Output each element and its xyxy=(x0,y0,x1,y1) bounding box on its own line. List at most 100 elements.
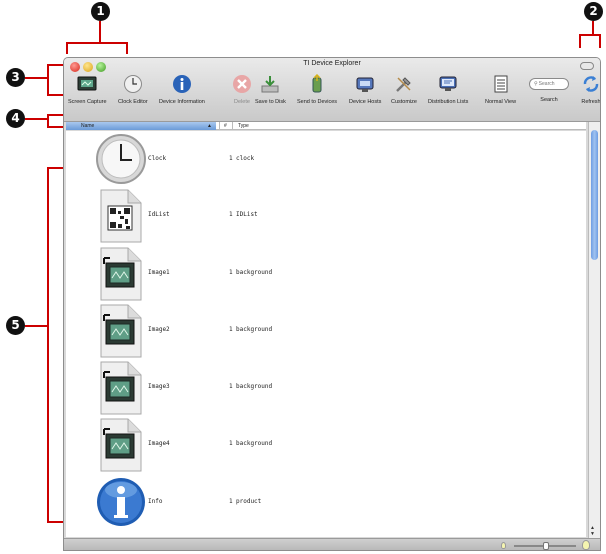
delete-button[interactable]: Delete xyxy=(231,73,253,105)
scroll-arrows-icon[interactable]: ▲ ▼ xyxy=(590,525,595,537)
search-icon: ⚲ xyxy=(534,81,538,87)
refresh-button[interactable]: Refresh xyxy=(580,73,601,105)
clock-icon xyxy=(122,73,144,95)
bracket-1-top xyxy=(66,42,128,44)
search-label: Search xyxy=(540,97,558,103)
item-count: 1 xyxy=(229,211,233,218)
item-count: 1 xyxy=(229,498,233,505)
item-count: 1 xyxy=(229,326,233,333)
device-hosts-label: Device Hosts xyxy=(349,99,382,105)
titlebar-toolbar: TI Device Explorer Screen Capture Clock … xyxy=(64,58,600,122)
app-window: TI Device Explorer Screen Capture Clock … xyxy=(63,57,601,551)
bracket-2-right xyxy=(599,34,601,48)
item-type: product xyxy=(236,498,262,505)
screen-capture-label: Screen Capture xyxy=(68,99,107,105)
bracket-1-left xyxy=(66,42,68,54)
device-item-list: Clock 1 clock IdList 1 IDList Image1 1 b… xyxy=(66,131,586,537)
list-item-clock[interactable]: Clock 1 clock xyxy=(66,131,586,187)
clock-editor-label: Clock Editor xyxy=(118,99,148,105)
bracket-1-stem xyxy=(99,21,101,43)
list-item-info[interactable]: Info 1 product xyxy=(66,474,586,530)
screen-capture-icon xyxy=(76,73,98,95)
send-devices-icon xyxy=(306,73,328,95)
screen-capture-button[interactable]: Screen Capture xyxy=(68,73,107,105)
callout-4: 4 xyxy=(6,109,25,128)
device-hosts-icon xyxy=(354,73,376,95)
bracket-2-stem xyxy=(592,21,594,35)
bracket-3-vert xyxy=(47,64,49,96)
item-name: Clock xyxy=(148,155,167,162)
item-name: IdList xyxy=(148,211,170,218)
clock-icon xyxy=(96,131,146,187)
bracket-1-right xyxy=(126,42,128,54)
info-icon xyxy=(171,73,193,95)
window-title: TI Device Explorer xyxy=(303,60,361,67)
vertical-scrollbar[interactable]: ▲ ▼ xyxy=(588,122,600,539)
item-type: IDList xyxy=(236,211,258,218)
item-type: clock xyxy=(236,155,255,162)
clock-editor-button[interactable]: Clock Editor xyxy=(118,73,148,105)
customize-button[interactable]: Customize xyxy=(391,73,417,105)
sort-arrow-icon: ▲ xyxy=(207,123,212,129)
image-document-icon xyxy=(96,246,146,302)
item-type: background xyxy=(236,383,273,390)
item-name: Image4 xyxy=(148,440,170,447)
item-name: Image3 xyxy=(148,383,170,390)
device-information-button[interactable]: Device Information xyxy=(159,73,205,105)
bracket-5-stem xyxy=(25,325,48,327)
image-document-icon xyxy=(96,303,146,359)
list-item-image4[interactable]: Image4 1 background xyxy=(66,417,586,473)
column-header-name[interactable]: Name ▲ xyxy=(66,122,216,130)
callout-3: 3 xyxy=(6,68,25,87)
bracket-2-left xyxy=(579,34,581,48)
column-header-count[interactable]: # xyxy=(219,122,231,130)
device-information-label: Device Information xyxy=(159,99,205,105)
list-item-image2[interactable]: Image2 1 background xyxy=(66,303,586,359)
callout-1: 1 xyxy=(91,2,110,21)
search-placeholder: Search xyxy=(538,81,555,87)
column-header-row: Name ▲ # Type xyxy=(66,122,586,130)
list-item-image1[interactable]: Image1 1 background xyxy=(66,246,586,302)
status-bar xyxy=(64,538,600,550)
delete-label: Delete xyxy=(234,99,250,105)
normal-view-button[interactable]: Normal View xyxy=(485,73,516,105)
device-hosts-button[interactable]: Device Hosts xyxy=(349,73,381,105)
refresh-label: Refresh xyxy=(581,99,601,105)
callout-5: 5 xyxy=(6,316,25,335)
distribution-lists-label: Distribution Lists xyxy=(428,99,469,105)
save-to-disk-button[interactable]: Save to Disk xyxy=(255,73,286,105)
send-to-devices-label: Send to Devices xyxy=(297,99,338,105)
customize-label: Customize xyxy=(391,99,417,105)
save-to-disk-label: Save to Disk xyxy=(255,99,286,105)
item-type: background xyxy=(236,440,273,447)
item-name: Image2 xyxy=(148,326,170,333)
bracket-4-stem xyxy=(25,118,48,120)
list-item-idlist[interactable]: IdList 1 IDList xyxy=(66,188,586,244)
distribution-lists-button[interactable]: Distribution Lists xyxy=(428,73,468,105)
item-type: background xyxy=(236,269,273,276)
customize-icon xyxy=(393,73,415,95)
small-size-bulb-icon xyxy=(501,542,506,549)
save-disk-icon xyxy=(259,73,281,95)
bracket-2-top xyxy=(579,34,601,36)
column-header-type[interactable]: Type xyxy=(232,122,249,130)
info-icon xyxy=(96,474,146,530)
column-name-label: Name xyxy=(81,123,95,129)
item-count: 1 xyxy=(229,440,233,447)
item-type: background xyxy=(236,326,273,333)
toolbar-toggle-button[interactable] xyxy=(580,62,594,70)
item-name: Info xyxy=(148,498,163,505)
send-to-devices-button[interactable]: Send to Devices xyxy=(297,73,337,105)
icon-size-slider-knob[interactable] xyxy=(543,542,549,550)
search-input[interactable]: ⚲ Search xyxy=(529,78,569,90)
item-name: Image1 xyxy=(148,269,170,276)
search-tool: ⚲ Search Search xyxy=(529,73,569,103)
item-count: 1 xyxy=(229,383,233,390)
item-count: 1 xyxy=(229,155,233,162)
distribution-lists-icon xyxy=(437,73,459,95)
bracket-5-vert xyxy=(47,167,49,523)
normal-view-icon xyxy=(490,73,512,95)
scrollbar-thumb[interactable] xyxy=(591,130,598,260)
image-document-icon xyxy=(96,360,146,416)
list-item-image3[interactable]: Image3 1 background xyxy=(66,360,586,416)
